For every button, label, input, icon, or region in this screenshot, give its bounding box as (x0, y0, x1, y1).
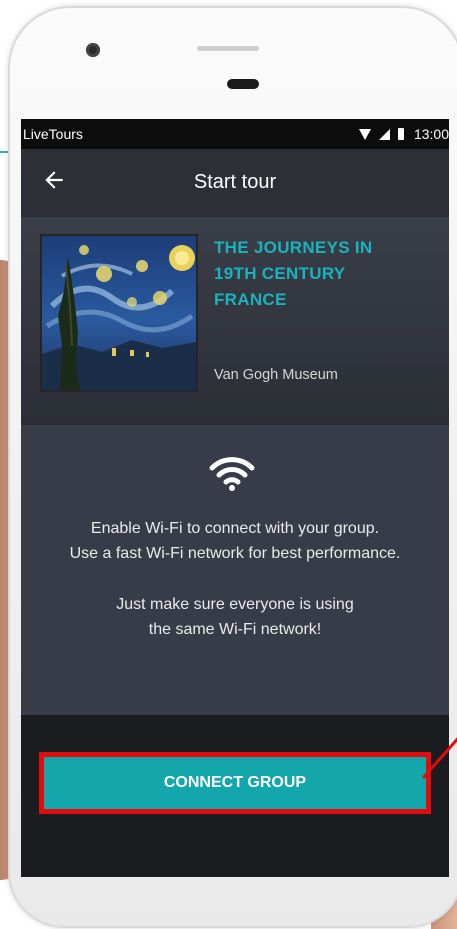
wifi-icon (209, 457, 255, 491)
status-bar: LiveTours 13:00 (21, 119, 449, 149)
museum-name: Van Gogh Museum (214, 367, 338, 383)
wifi-icon (358, 128, 371, 140)
speaker-slit (197, 46, 259, 51)
tour-card: THE JOURNEYS IN 19TH CENTURY FRANCE Van … (21, 217, 449, 425)
phone-screen: LiveTours 13:00 Start tour THE JOURNEYS … (21, 119, 449, 877)
status-icons: 13:00 (358, 126, 449, 142)
info-line: Enable Wi-Fi to connect with your group. (90, 520, 380, 537)
battery-icon (397, 128, 404, 140)
status-time: 13:00 (413, 126, 449, 142)
signal-icon (378, 128, 390, 140)
info-line: Use a fast Wi-Fi network for best perfor… (69, 545, 401, 562)
tour-title: THE JOURNEYS IN 19TH CENTURY FRANCE (214, 235, 444, 313)
wifi-note: Just make sure everyone is using the sam… (21, 592, 449, 642)
tour-title-line: FRANCE (214, 290, 287, 309)
page-title: Start tour (193, 171, 277, 193)
connect-group-button[interactable]: CONNECT GROUP (39, 752, 431, 814)
status-app-name: LiveTours (23, 126, 83, 142)
tour-title-line: THE JOURNEYS IN (214, 238, 373, 257)
info-line: the same Wi-Fi network! (148, 621, 322, 638)
bottom-action-area: CONNECT GROUP (21, 715, 449, 877)
info-line: Just make sure everyone is using (116, 596, 354, 613)
wifi-info-panel: Enable Wi-Fi to connect with your group.… (21, 425, 449, 715)
camera-icon (86, 43, 100, 57)
earpiece (227, 79, 259, 89)
app-bar: Start tour (21, 149, 449, 217)
wifi-instructions: Enable Wi-Fi to connect with your group.… (21, 516, 449, 566)
tour-title-line: 19TH CENTURY (214, 264, 346, 283)
highlight-callout-line (421, 737, 457, 779)
starry-night-thumbnail (40, 234, 198, 392)
